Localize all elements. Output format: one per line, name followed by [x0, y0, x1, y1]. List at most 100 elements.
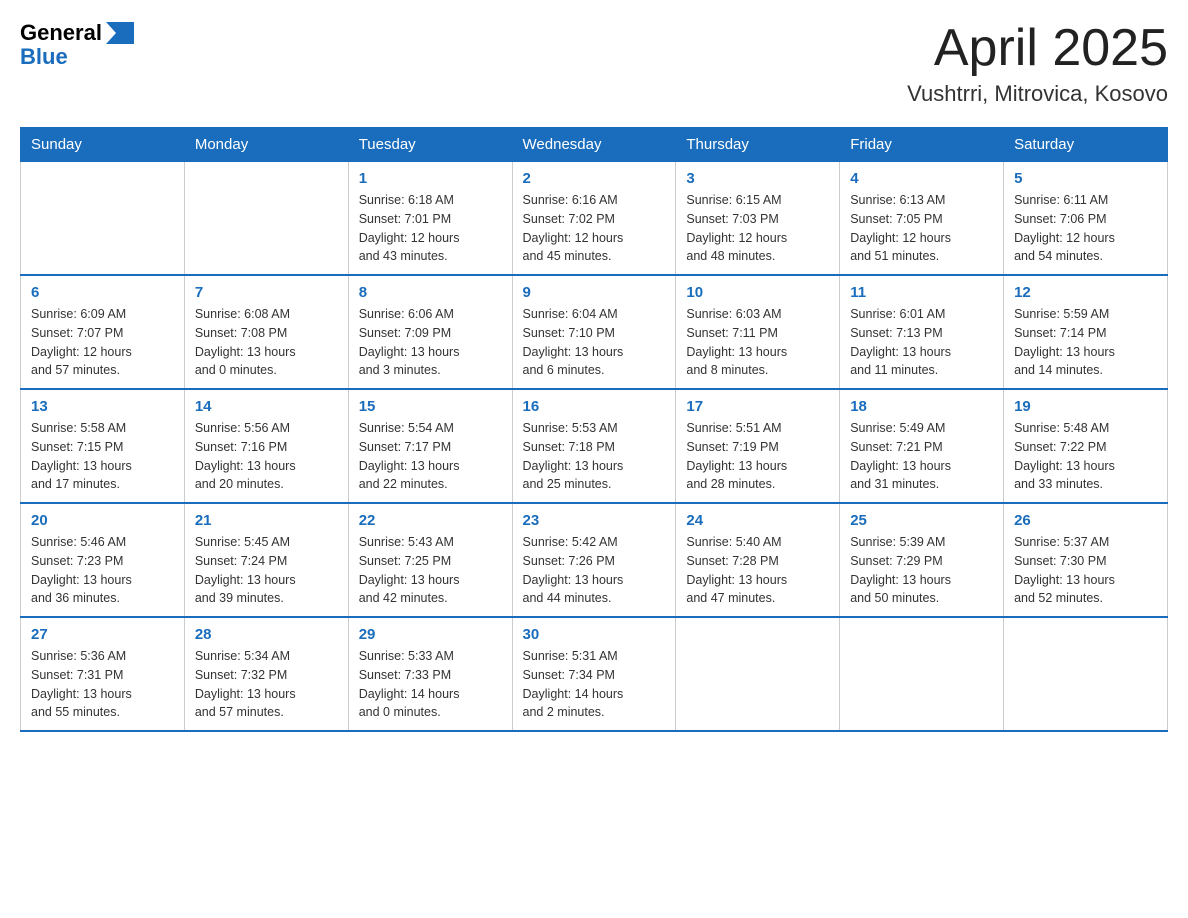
day-number: 12 — [1014, 284, 1157, 301]
day-info: Sunrise: 6:03 AM Sunset: 7:11 PM Dayligh… — [686, 305, 829, 380]
day-cell: 25 Sunrise: 5:39 AM Sunset: 7:29 PM Dayli… — [840, 503, 1004, 617]
day-cell: 13 Sunrise: 5:58 AM Sunset: 7:15 PM Dayli… — [21, 389, 185, 503]
day-info: Sunrise: 6:18 AM Sunset: 7:01 PM Dayligh… — [359, 191, 502, 266]
day-cell: 29Sunrise: 5:33 AM Sunset: 7:33 PM Dayli… — [348, 617, 512, 731]
day-number: 7 — [195, 284, 338, 301]
week-row-1: 1 Sunrise: 6:18 AM Sunset: 7:01 PM Daylig… — [21, 162, 1168, 276]
day-number: 16 — [523, 398, 666, 415]
day-cell: 2 Sunrise: 6:16 AM Sunset: 7:02 PM Daylig… — [512, 162, 676, 276]
page-header: General Blue April 2025 Vushtrri, Mitrov… — [20, 20, 1168, 107]
weekday-header-sunday: Sunday — [21, 128, 185, 162]
day-cell: 19 Sunrise: 5:48 AM Sunset: 7:22 PM Dayli… — [1004, 389, 1168, 503]
day-number: 14 — [195, 398, 338, 415]
day-info: Sunrise: 5:36 AM Sunset: 7:31 PM Dayligh… — [31, 647, 174, 722]
day-cell: 15Sunrise: 5:54 AM Sunset: 7:17 PM Dayli… — [348, 389, 512, 503]
weekday-header-friday: Friday — [840, 128, 1004, 162]
day-cell: 30 Sunrise: 5:31 AM Sunset: 7:34 PM Dayli… — [512, 617, 676, 731]
day-number: 27 — [31, 626, 174, 643]
day-number: 26 — [1014, 512, 1157, 529]
day-cell: 9Sunrise: 6:04 AM Sunset: 7:10 PM Daylig… — [512, 275, 676, 389]
day-info: Sunrise: 5:49 AM Sunset: 7:21 PM Dayligh… — [850, 419, 993, 494]
title-section: April 2025 Vushtrri, Mitrovica, Kosovo — [907, 20, 1168, 107]
weekday-header-tuesday: Tuesday — [348, 128, 512, 162]
day-number: 17 — [686, 398, 829, 415]
day-cell: 22Sunrise: 5:43 AM Sunset: 7:25 PM Dayli… — [348, 503, 512, 617]
logo-general-text: General — [20, 20, 102, 46]
day-cell: 1 Sunrise: 6:18 AM Sunset: 7:01 PM Daylig… — [348, 162, 512, 276]
day-cell: 11 Sunrise: 6:01 AM Sunset: 7:13 PM Dayli… — [840, 275, 1004, 389]
week-row-3: 13 Sunrise: 5:58 AM Sunset: 7:15 PM Dayli… — [21, 389, 1168, 503]
day-number: 1 — [359, 170, 502, 187]
weekday-header-wednesday: Wednesday — [512, 128, 676, 162]
day-info: Sunrise: 5:46 AM Sunset: 7:23 PM Dayligh… — [31, 533, 174, 608]
weekday-header-row: SundayMondayTuesdayWednesdayThursdayFrid… — [21, 128, 1168, 162]
day-number: 23 — [523, 512, 666, 529]
day-number: 11 — [850, 284, 993, 301]
day-cell: 14Sunrise: 5:56 AM Sunset: 7:16 PM Dayli… — [184, 389, 348, 503]
day-info: Sunrise: 5:42 AM Sunset: 7:26 PM Dayligh… — [523, 533, 666, 608]
day-info: Sunrise: 5:34 AM Sunset: 7:32 PM Dayligh… — [195, 647, 338, 722]
day-number: 25 — [850, 512, 993, 529]
day-cell: 12 Sunrise: 5:59 AM Sunset: 7:14 PM Dayli… — [1004, 275, 1168, 389]
day-number: 21 — [195, 512, 338, 529]
logo: General Blue — [20, 20, 134, 70]
day-number: 4 — [850, 170, 993, 187]
day-info: Sunrise: 5:53 AM Sunset: 7:18 PM Dayligh… — [523, 419, 666, 494]
day-cell: 10 Sunrise: 6:03 AM Sunset: 7:11 PM Dayli… — [676, 275, 840, 389]
day-info: Sunrise: 6:04 AM Sunset: 7:10 PM Dayligh… — [523, 305, 666, 380]
day-info: Sunrise: 5:31 AM Sunset: 7:34 PM Dayligh… — [523, 647, 666, 722]
day-cell: 4Sunrise: 6:13 AM Sunset: 7:05 PM Daylig… — [840, 162, 1004, 276]
weekday-header-monday: Monday — [184, 128, 348, 162]
day-info: Sunrise: 6:15 AM Sunset: 7:03 PM Dayligh… — [686, 191, 829, 266]
day-number: 24 — [686, 512, 829, 529]
day-info: Sunrise: 6:08 AM Sunset: 7:08 PM Dayligh… — [195, 305, 338, 380]
day-info: Sunrise: 5:40 AM Sunset: 7:28 PM Dayligh… — [686, 533, 829, 608]
day-info: Sunrise: 5:39 AM Sunset: 7:29 PM Dayligh… — [850, 533, 993, 608]
day-cell — [21, 162, 185, 276]
day-cell: 7 Sunrise: 6:08 AM Sunset: 7:08 PM Daylig… — [184, 275, 348, 389]
day-cell: 21 Sunrise: 5:45 AM Sunset: 7:24 PM Dayli… — [184, 503, 348, 617]
day-number: 2 — [523, 170, 666, 187]
day-number: 30 — [523, 626, 666, 643]
day-number: 5 — [1014, 170, 1157, 187]
day-info: Sunrise: 6:09 AM Sunset: 7:07 PM Dayligh… — [31, 305, 174, 380]
weekday-header-thursday: Thursday — [676, 128, 840, 162]
logo-flag-icon — [106, 22, 134, 44]
week-row-4: 20 Sunrise: 5:46 AM Sunset: 7:23 PM Dayli… — [21, 503, 1168, 617]
day-cell: 28 Sunrise: 5:34 AM Sunset: 7:32 PM Dayli… — [184, 617, 348, 731]
day-cell: 18Sunrise: 5:49 AM Sunset: 7:21 PM Dayli… — [840, 389, 1004, 503]
day-cell: 6 Sunrise: 6:09 AM Sunset: 7:07 PM Daylig… — [21, 275, 185, 389]
day-info: Sunrise: 6:01 AM Sunset: 7:13 PM Dayligh… — [850, 305, 993, 380]
day-number: 20 — [31, 512, 174, 529]
day-cell: 24 Sunrise: 5:40 AM Sunset: 7:28 PM Dayli… — [676, 503, 840, 617]
day-number: 28 — [195, 626, 338, 643]
day-info: Sunrise: 6:06 AM Sunset: 7:09 PM Dayligh… — [359, 305, 502, 380]
day-number: 8 — [359, 284, 502, 301]
day-cell: 27 Sunrise: 5:36 AM Sunset: 7:31 PM Dayli… — [21, 617, 185, 731]
month-title: April 2025 — [907, 20, 1168, 77]
day-info: Sunrise: 5:45 AM Sunset: 7:24 PM Dayligh… — [195, 533, 338, 608]
day-cell — [676, 617, 840, 731]
day-cell — [184, 162, 348, 276]
day-cell: 3Sunrise: 6:15 AM Sunset: 7:03 PM Daylig… — [676, 162, 840, 276]
day-info: Sunrise: 5:54 AM Sunset: 7:17 PM Dayligh… — [359, 419, 502, 494]
day-info: Sunrise: 5:59 AM Sunset: 7:14 PM Dayligh… — [1014, 305, 1157, 380]
day-number: 19 — [1014, 398, 1157, 415]
day-cell — [1004, 617, 1168, 731]
day-number: 10 — [686, 284, 829, 301]
day-info: Sunrise: 6:16 AM Sunset: 7:02 PM Dayligh… — [523, 191, 666, 266]
day-number: 13 — [31, 398, 174, 415]
day-number: 6 — [31, 284, 174, 301]
week-row-2: 6 Sunrise: 6:09 AM Sunset: 7:07 PM Daylig… — [21, 275, 1168, 389]
day-cell: 8 Sunrise: 6:06 AM Sunset: 7:09 PM Daylig… — [348, 275, 512, 389]
day-cell: 23 Sunrise: 5:42 AM Sunset: 7:26 PM Dayli… — [512, 503, 676, 617]
day-info: Sunrise: 5:58 AM Sunset: 7:15 PM Dayligh… — [31, 419, 174, 494]
day-cell: 20 Sunrise: 5:46 AM Sunset: 7:23 PM Dayli… — [21, 503, 185, 617]
weekday-header-saturday: Saturday — [1004, 128, 1168, 162]
day-info: Sunrise: 5:48 AM Sunset: 7:22 PM Dayligh… — [1014, 419, 1157, 494]
logo-blue-text: Blue — [20, 44, 68, 70]
day-number: 22 — [359, 512, 502, 529]
day-cell — [840, 617, 1004, 731]
day-info: Sunrise: 5:33 AM Sunset: 7:33 PM Dayligh… — [359, 647, 502, 722]
day-info: Sunrise: 5:37 AM Sunset: 7:30 PM Dayligh… — [1014, 533, 1157, 608]
